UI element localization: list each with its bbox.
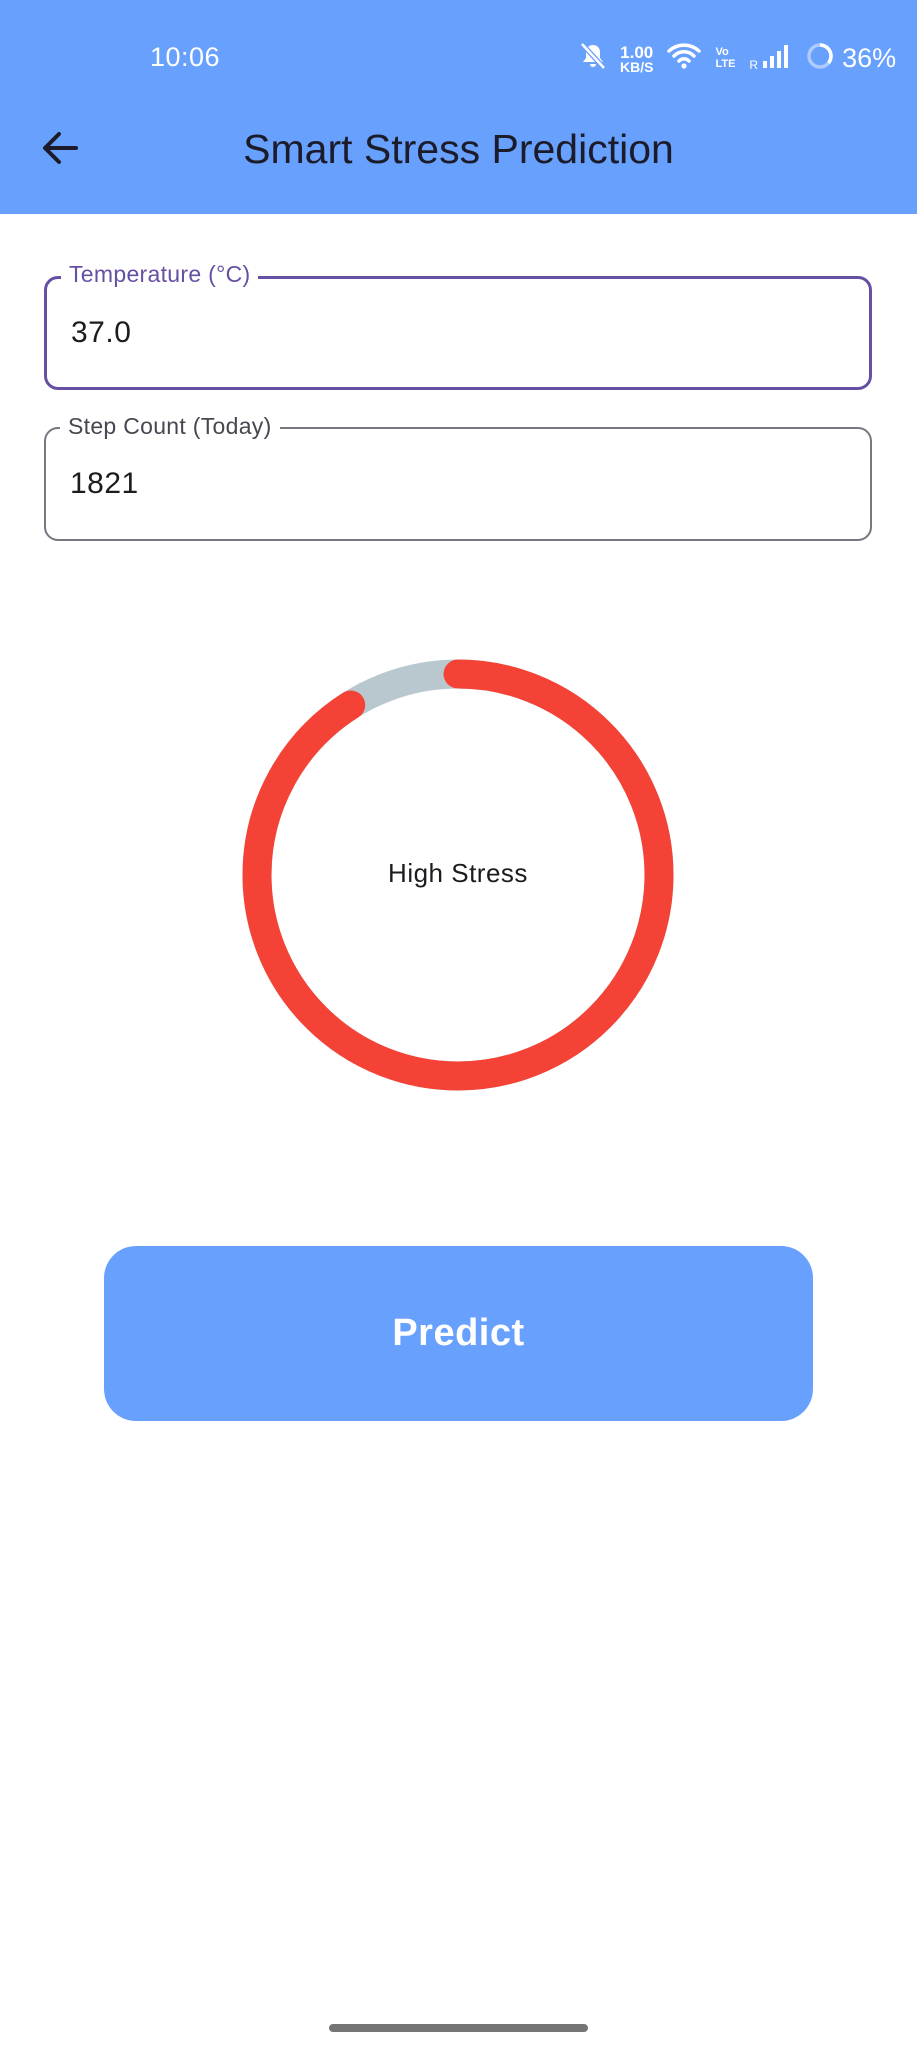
- bell-muted-icon: [580, 41, 606, 75]
- wifi-icon: [667, 42, 702, 75]
- stress-prediction-screen: 10:06 1.00 KB/S Vo LTE R 36% Smart Stres…: [0, 0, 917, 2048]
- network-speed-value: 1.00: [620, 42, 654, 62]
- network-speed-unit: KB/S: [620, 58, 654, 75]
- status-icons: 1.00 KB/S Vo LTE R 36%: [580, 40, 896, 76]
- volte-indicator: Vo LTE: [715, 46, 735, 70]
- predict-button[interactable]: Predict: [104, 1246, 813, 1421]
- signal-icon: [762, 43, 792, 74]
- status-time: 10:06: [150, 42, 221, 72]
- page-title: Smart Stress Prediction: [243, 126, 674, 172]
- step-count-input[interactable]: 1821: [70, 429, 830, 539]
- app-bar: 10:06 1.00 KB/S Vo LTE R 36% Smart Stres…: [0, 0, 917, 214]
- temperature-field[interactable]: Temperature (°C) 37.0: [44, 260, 872, 390]
- step-count-field[interactable]: Step Count (Today) 1821: [44, 412, 872, 541]
- battery-percent: 36%: [842, 42, 897, 73]
- temperature-input[interactable]: 37.0: [71, 279, 831, 387]
- roaming-indicator: R: [749, 58, 759, 72]
- stress-result-label: High Stress: [388, 858, 528, 888]
- home-indicator[interactable]: [329, 2024, 588, 2032]
- volte-top: Vo: [715, 46, 729, 58]
- volte-bottom: LTE: [715, 58, 736, 70]
- network-speed: 1.00 KB/S: [620, 42, 654, 75]
- battery-ring-icon: [806, 42, 834, 75]
